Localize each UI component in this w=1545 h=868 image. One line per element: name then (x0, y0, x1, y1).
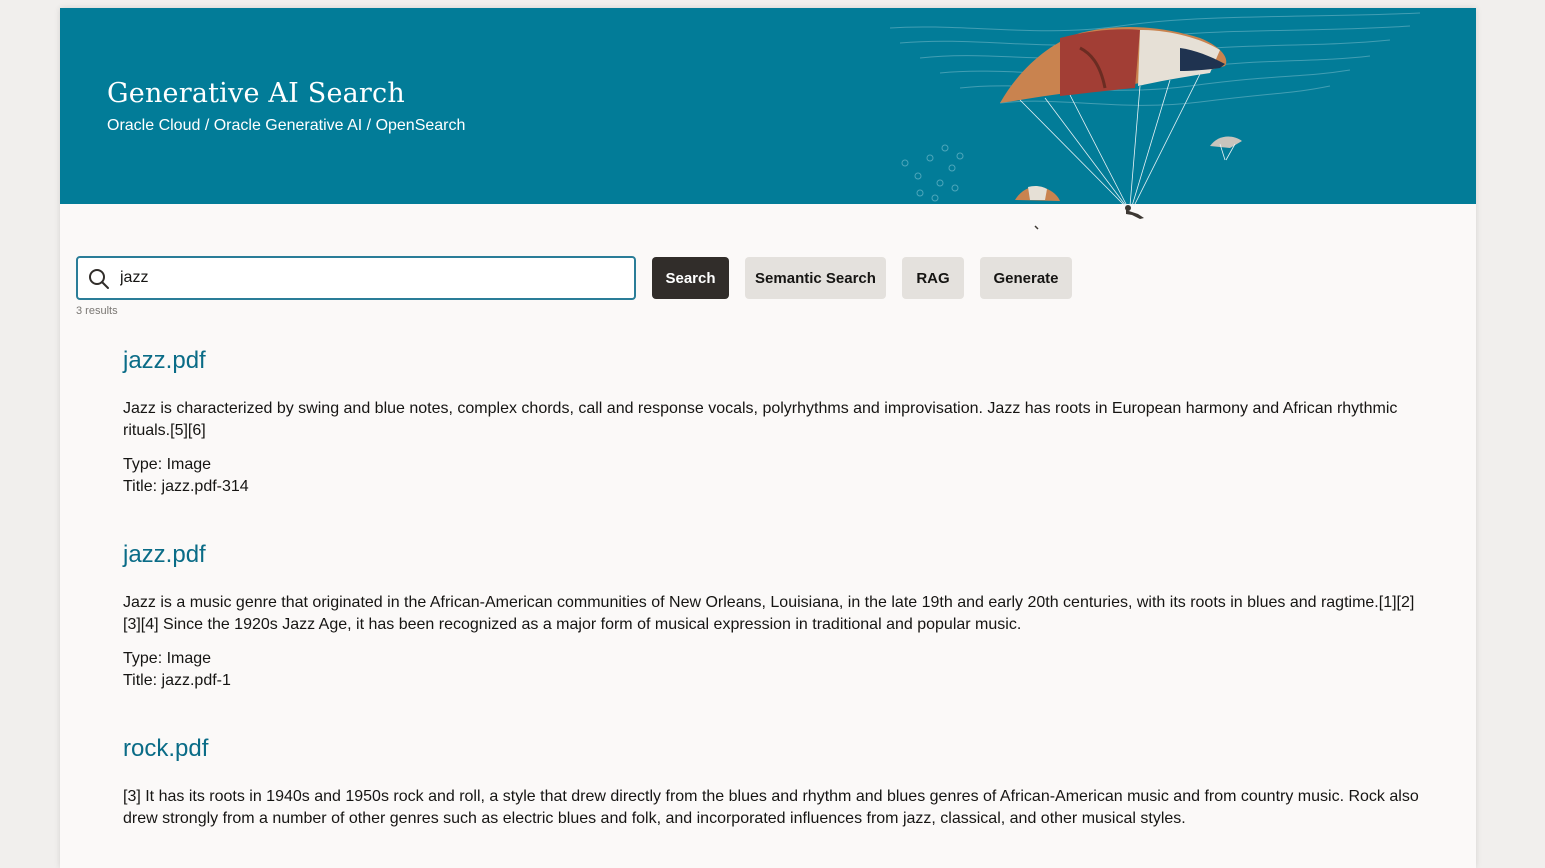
search-input[interactable] (120, 264, 620, 292)
result-doc-title: Title: jazz.pdf-314 (123, 478, 249, 495)
result-snippet: Jazz is characterized by swing and blue … (123, 400, 1398, 439)
result-title-link[interactable]: jazz.pdf (123, 538, 206, 572)
header-banner: Generative AI Search Oracle Cloud / Orac… (60, 8, 1476, 204)
result-title-link[interactable]: rock.pdf (123, 732, 208, 766)
result-snippet: [3] It has its roots in 1940s and 1950s … (123, 788, 1419, 827)
result-type: Type: Image (123, 650, 212, 667)
result-doc-title: Title: jazz.pdf-1 (123, 672, 231, 689)
result-item: rock.pdf [3] It has its roots in 1940s a… (123, 732, 1423, 830)
generate-button[interactable]: Generate (980, 257, 1072, 299)
skydiver (1125, 205, 1144, 219)
results-count: 3 results (76, 305, 118, 317)
search-button[interactable]: Search (652, 257, 729, 299)
semantic-search-button[interactable]: Semantic Search (745, 257, 886, 299)
page-container: Generative AI Search Oracle Cloud / Orac… (60, 8, 1476, 868)
search-field[interactable] (76, 256, 636, 300)
page-title: Generative AI Search (107, 78, 405, 109)
result-item: jazz.pdf Jazz is a music genre that orig… (123, 538, 1423, 692)
result-snippet: Jazz is a music genre that originated in… (123, 594, 1415, 633)
result-type: Type: Image (123, 456, 212, 473)
result-item: jazz.pdf Jazz is characterized by swing … (123, 344, 1423, 498)
breadcrumb: Oracle Cloud / Oracle Generative AI / Op… (107, 117, 466, 134)
rag-button[interactable]: RAG (902, 257, 964, 299)
search-icon (89, 269, 109, 289)
results-list: jazz.pdf Jazz is characterized by swing … (123, 344, 1423, 868)
result-title-link[interactable]: jazz.pdf (123, 344, 206, 378)
